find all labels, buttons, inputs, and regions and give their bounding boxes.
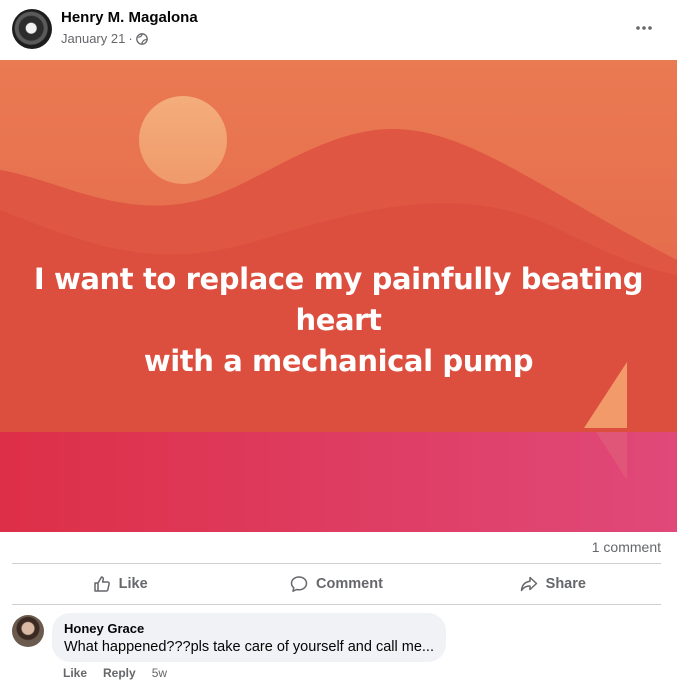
globe-icon [135,32,148,45]
comment-text: What happened???pls take care of yoursel… [64,639,434,655]
post-meta: January 21 · [61,31,148,46]
like-label: Like [118,576,148,592]
post-date[interactable]: January 21 [61,31,125,46]
author-name[interactable]: Henry M. Magalona [61,9,198,26]
sun [139,96,227,184]
share-button[interactable]: Share [445,565,661,603]
comment-bubble-icon [290,576,308,592]
comment-age[interactable]: 5w [152,666,167,680]
commenter-name[interactable]: Honey Grace [64,621,434,637]
more-options-button[interactable] [630,14,658,42]
like-button[interactable]: Like [12,565,228,603]
post-text-line-2: with a mechanical pump [143,344,534,378]
post-background-image[interactable]: I want to replace my painfully beating h… [0,60,677,532]
thumbs-up-icon [93,576,110,592]
comment-like-link[interactable]: Like [63,666,87,680]
sea [0,432,677,532]
comment-bubble: Honey Grace What happened???pls take car… [52,613,446,662]
more-dots-icon [636,26,652,30]
share-label: Share [545,576,586,592]
divider-bottom [12,604,661,605]
comment-count[interactable]: 1 comment [592,539,661,555]
comment-reply-link[interactable]: Reply [103,666,136,680]
post-text: I want to replace my painfully beating h… [0,259,677,382]
share-arrow-icon [520,576,537,592]
post-header: Henry M. Magalona January 21 · [0,0,677,60]
meta-separator: · [128,31,133,46]
action-bar: Like Comment Share [12,565,661,603]
divider-top [12,563,661,564]
comment-button[interactable]: Comment [228,565,444,603]
author-avatar[interactable] [12,9,52,49]
comment-actions: Like Reply 5w [63,666,167,680]
commenter-avatar[interactable] [12,615,44,647]
comment-label: Comment [316,576,383,592]
post-text-line-1: I want to replace my painfully beating h… [33,262,644,337]
